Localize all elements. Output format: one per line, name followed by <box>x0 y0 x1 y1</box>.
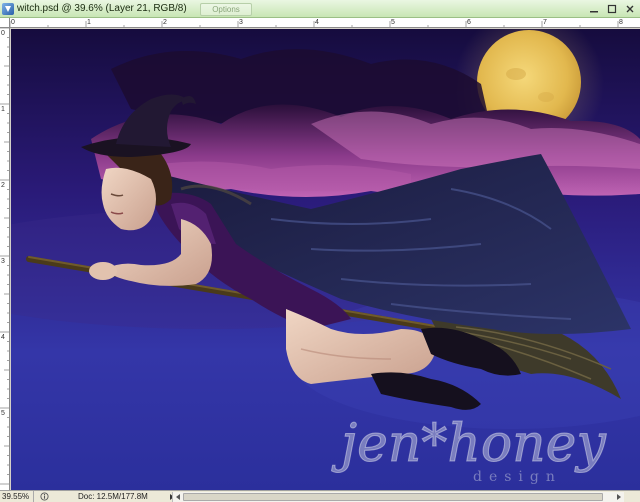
ruler-label: 4 <box>1 334 5 341</box>
window-title: witch.psd @ 39.6% (Layer 21, RGB/8) <box>17 3 187 14</box>
ruler-label: 3 <box>239 19 243 26</box>
photoshop-icon <box>2 2 14 15</box>
ruler-label: 0 <box>11 19 15 26</box>
watermark-sub: design <box>473 469 562 485</box>
close-button[interactable] <box>622 2 638 16</box>
watermark-main: jen*honey <box>331 414 606 474</box>
ruler-label: 7 <box>543 19 547 26</box>
horizontal-scroll-thumb[interactable] <box>183 493 603 501</box>
ruler-label: 5 <box>1 410 5 417</box>
zoom-level[interactable]: 39.55% <box>0 491 34 502</box>
photoshop-document-window: witch.psd @ 39.6% (Layer 21, RGB/8) Opti… <box>0 0 640 502</box>
ruler-label: 3 <box>1 258 5 265</box>
ruler-origin[interactable] <box>0 18 10 28</box>
window-controls <box>586 2 638 16</box>
title-bar[interactable]: witch.psd @ 39.6% (Layer 21, RGB/8) Opti… <box>0 0 640 18</box>
ruler-label: 2 <box>1 182 5 189</box>
close-icon <box>626 5 634 13</box>
maximize-button[interactable] <box>604 2 620 16</box>
minimize-icon <box>590 11 598 13</box>
ruler-label: 1 <box>1 106 5 113</box>
document-canvas[interactable]: jen*honey design <box>11 29 640 490</box>
minimize-button[interactable] <box>586 2 602 16</box>
scroll-right-icon[interactable] <box>615 493 623 501</box>
options-ghost-button: Options <box>200 3 252 16</box>
witch-hand <box>89 262 117 280</box>
ruler-label: 4 <box>315 19 319 26</box>
ruler-label: 1 <box>87 19 91 26</box>
vertical-ruler[interactable]: 0 1 2 3 4 5 <box>0 28 10 490</box>
status-bar: 39.55% Doc: 12.5M/177.8M <box>0 490 640 502</box>
ruler-label: 2 <box>163 19 167 26</box>
ruler-label: 5 <box>391 19 395 26</box>
ruler-label: 0 <box>1 30 5 37</box>
document-size: Doc: 12.5M/177.8M <box>78 492 148 501</box>
witch-artwork: jen*honey design <box>11 29 640 490</box>
scroll-left-icon[interactable] <box>174 493 182 501</box>
horizontal-ruler[interactable]: 0 1 2 3 4 5 6 7 8 <box>10 18 640 28</box>
ruler-label: 6 <box>467 19 471 26</box>
status-info-icon[interactable] <box>38 492 50 502</box>
horizontal-scrollbar[interactable] <box>172 492 624 502</box>
ruler-label: 8 <box>619 19 623 26</box>
maximize-icon <box>607 4 617 14</box>
